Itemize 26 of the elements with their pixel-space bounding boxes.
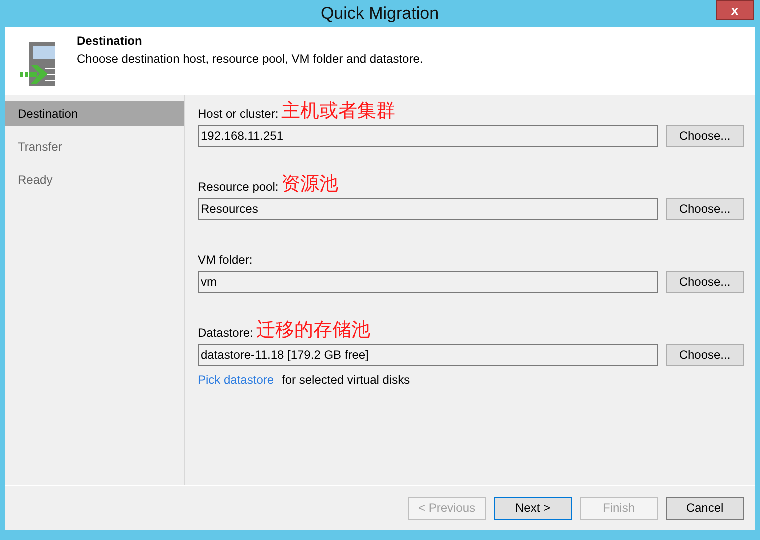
pick-datastore-link[interactable]: Pick datastore (198, 371, 274, 389)
wizard-step[interactable]: Destination (5, 101, 184, 126)
field-label: Resource pool: (198, 179, 279, 196)
wizard-button[interactable]: Cancel (666, 496, 744, 520)
annotation-text: 迁移的存储池 (256, 318, 370, 342)
annotation-text: 主机或者集群 (282, 99, 396, 123)
field-label: VM folder: (198, 252, 253, 269)
wizard-step[interactable]: Transfer (5, 134, 184, 159)
text-field[interactable]: Resources (198, 198, 658, 220)
annotation-text: 资源池 (282, 172, 339, 196)
text-field[interactable]: datastore-11.18 [179.2 GB free] (198, 344, 658, 366)
choose-button[interactable]: Choose... (666, 344, 744, 366)
window-title: Quick Migration (320, 2, 440, 25)
field-label: Host or cluster: (198, 106, 279, 123)
step-description: Choose destination host, resource pool, VM folder and datastore. (77, 51, 424, 68)
close-button[interactable]: x (716, 0, 754, 20)
step-title: Destination (77, 33, 144, 50)
hint-text: for selected virtual disks (282, 372, 410, 389)
choose-button[interactable]: Choose... (666, 198, 744, 220)
text-field[interactable]: 192.168.11.251 (198, 125, 658, 147)
choose-button[interactable]: Choose... (666, 125, 744, 147)
choose-button[interactable]: Choose... (666, 271, 744, 293)
field-label: Datastore: (198, 325, 254, 342)
wizard-step[interactable]: Ready (5, 167, 184, 192)
text-field[interactable]: vm (198, 271, 658, 293)
wizard-button[interactable]: Next > (494, 496, 572, 520)
